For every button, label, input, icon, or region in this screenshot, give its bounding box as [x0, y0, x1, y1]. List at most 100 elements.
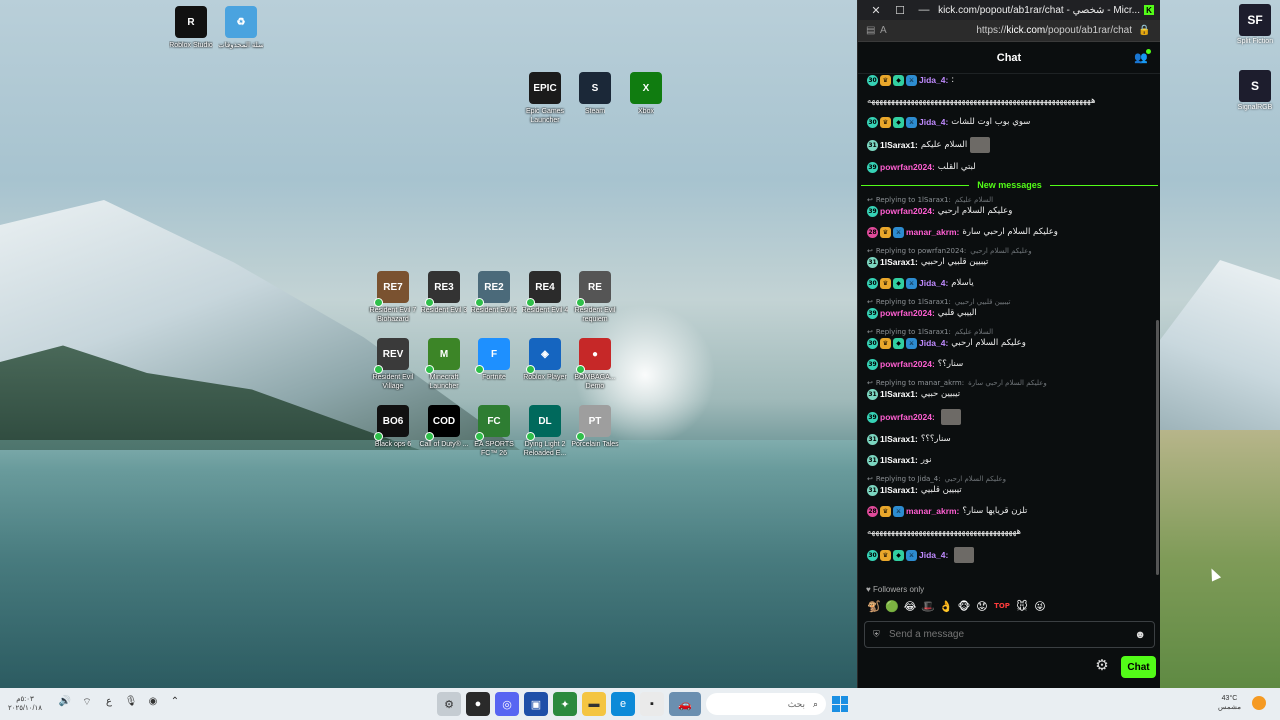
language-icon[interactable]: ع: [98, 696, 120, 709]
desktop-icon[interactable]: EPIC Epic Games Launcher: [519, 72, 571, 125]
chat-username[interactable]: powrfan2024:: [880, 307, 935, 320]
chat-message[interactable]: 31 1lSarax1: نور: [867, 454, 1152, 467]
desktop-icon[interactable]: ◈ Roblox Player: [519, 338, 571, 382]
reply-reference[interactable]: ↩ Replying to powrfan2024: وعليكم السلام ا…: [867, 247, 1152, 255]
vip-badge-icon[interactable]: ◆: [893, 338, 904, 349]
quick-emote[interactable]: 🐭: [1014, 598, 1030, 614]
sub2-badge-icon[interactable]: 31: [867, 455, 878, 466]
chat-message[interactable]: 28 ♛ ⚔ manar_akrm: وعليكم السلام ارحبي سارة: [867, 226, 1152, 239]
sub-badge-icon[interactable]: 30: [867, 549, 878, 561]
og-badge-icon[interactable]: ♛: [880, 506, 891, 517]
desktop-icon[interactable]: PT Porcelain Tales: [569, 405, 621, 449]
chat-username[interactable]: Jida_4:: [919, 549, 948, 562]
car-widget-icon[interactable]: 🚗: [669, 692, 701, 716]
pink-badge-icon[interactable]: 28: [867, 227, 878, 238]
sub2-badge-icon[interactable]: 31: [867, 139, 878, 151]
quick-emote[interactable]: 😜: [1032, 598, 1048, 614]
desktop-icon[interactable]: RE2 Resident Evil 2: [468, 271, 520, 315]
chat-message[interactable]: 31 1lSarax1: السلام عليكم: [867, 137, 1152, 153]
mod-badge-icon[interactable]: ⚔: [906, 75, 917, 86]
mod-badge-icon[interactable]: ⚔: [906, 338, 917, 349]
app-icon[interactable]: ●: [466, 692, 490, 716]
chat-username[interactable]: 1lSarax1:: [880, 484, 918, 497]
desktop-icon[interactable]: REV Resident Evil Village: [367, 338, 419, 391]
chat-username[interactable]: Jida_4:: [919, 277, 948, 290]
chat-username[interactable]: Jida_4:: [919, 74, 948, 87]
chat-username[interactable]: 1lSarax1:: [880, 388, 918, 401]
mod-badge-icon[interactable]: ⚔: [893, 227, 904, 238]
og-badge-icon[interactable]: ♛: [880, 338, 891, 349]
chat-username[interactable]: manar_akrm:: [906, 226, 959, 239]
desktop-icon[interactable]: RE3 Resident Evil 3: [418, 271, 470, 315]
chat-message[interactable]: 39 powrfan2024: سنار؟؟: [867, 358, 1152, 371]
sub2-badge-icon[interactable]: 31: [867, 485, 878, 496]
desktop-icon[interactable]: RE7 Resident Evil 7 Biohazard: [367, 271, 419, 324]
reply-reference[interactable]: ↩ Replying to 1lSarax1: تيبيين قلبيي ارحبي…: [867, 298, 1152, 306]
desktop-icon[interactable]: F Fortnite: [468, 338, 520, 382]
read-aloud-icon[interactable]: A: [880, 25, 894, 36]
store-icon[interactable]: ▣: [524, 692, 548, 716]
sub-badge-icon[interactable]: 30: [867, 117, 878, 128]
desktop-icon[interactable]: S Steam: [569, 72, 621, 116]
emote-image[interactable]: [954, 547, 975, 563]
chat-message[interactable]: 39 powrfan2024: وعليكم السلام ارحبي: [867, 205, 1152, 218]
chat-message[interactable]: 31 1lSarax1: سنار؟؟؟: [867, 433, 1152, 446]
chat-username[interactable]: powrfan2024:: [880, 161, 935, 174]
reply-reference[interactable]: ↩ Replying to 1lSarax1: السلام عليكم: [867, 196, 1152, 204]
chat-username[interactable]: 1lSarax1:: [880, 256, 918, 269]
chat-message[interactable]: 31 1lSarax1: تيبيين قلبيي ارحبيي: [867, 256, 1152, 269]
desktop-icon[interactable]: X Xbox: [620, 72, 672, 116]
reply-reference[interactable]: ↩ Replying to 1lSarax1: السلام عليكم: [867, 328, 1152, 336]
wifi-icon[interactable]: ⌔: [76, 696, 98, 709]
chat-username[interactable]: powrfan2024:: [880, 205, 935, 218]
chat-message[interactable]: 30 ♛ ◆ ⚔ Jida_4: سوي بوب اوت للشات: [867, 116, 1152, 129]
microphone-icon[interactable]: 🎙: [120, 696, 142, 709]
page-icon[interactable]: ▤: [866, 25, 880, 36]
chat-message[interactable]: 31 1lSarax1: تيبيين حبيي: [867, 388, 1152, 401]
mod-badge-icon[interactable]: ⚔: [906, 278, 917, 289]
scrollbar-thumb[interactable]: [1156, 320, 1159, 575]
vip-badge-icon[interactable]: ◆: [893, 549, 904, 561]
og-badge-icon[interactable]: ♛: [880, 278, 891, 289]
chat-username[interactable]: Jida_4:: [919, 337, 948, 350]
chat-message[interactable]: ههههههههههههههههههههههههههههههههههههههه: [867, 526, 1152, 539]
desktop-icon[interactable]: ♻ سلة المحذوفات: [215, 6, 267, 50]
desktop-icon[interactable]: COD Call of Duty® ...: [418, 405, 470, 449]
chat-message[interactable]: 30 ♛ ◆ ⚔ Jida_4:: [867, 547, 1152, 563]
desktop-icon[interactable]: SF Split Fiction: [1231, 4, 1279, 45]
chat-message[interactable]: 30 ♛ ◆ ⚔ Jida_4: وعليكم السلام ارحبي: [867, 337, 1152, 350]
sub-badge-icon[interactable]: 30: [867, 338, 878, 349]
mod-badge-icon[interactable]: ⚔: [906, 117, 917, 128]
sub-badge-icon[interactable]: 39: [867, 162, 878, 173]
chat-username[interactable]: Jida_4:: [919, 116, 948, 129]
chat-message[interactable]: 31 1lSarax1: تيبيين قلبيي: [867, 484, 1152, 497]
start-windows-icon[interactable]: [832, 696, 848, 712]
desktop-icon[interactable]: RE4 Resident Evil 4: [519, 271, 571, 315]
sub-badge-icon[interactable]: 30: [867, 278, 878, 289]
sub2-badge-icon[interactable]: 31: [867, 389, 878, 400]
file-explorer-icon[interactable]: ▬: [582, 692, 606, 716]
volume-icon[interactable]: 🔊: [54, 696, 76, 709]
discord-icon[interactable]: ◎: [495, 692, 519, 716]
og-badge-icon[interactable]: ♛: [880, 75, 891, 86]
mod-badge-icon[interactable]: ⚔: [906, 549, 917, 561]
sub2-badge-icon[interactable]: 31: [867, 434, 878, 445]
reply-reference[interactable]: ↩ Replying to manar_akrm: وعليكم السلام ار…: [867, 379, 1152, 387]
og-badge-icon[interactable]: ♛: [880, 549, 891, 561]
og-badge-icon[interactable]: ♛: [880, 117, 891, 128]
chat-username[interactable]: manar_akrm:: [906, 505, 959, 518]
chat-message[interactable]: 30 ♛ ◆ ⚔ Jida_4: ياسلام: [867, 277, 1152, 290]
sub-badge-icon[interactable]: 39: [867, 206, 878, 217]
clock[interactable]: ٥:٠٣م ٢٠٢٥/١٠/١٨: [8, 695, 42, 713]
quick-emote[interactable]: TOP: [992, 598, 1012, 614]
chat-message[interactable]: 30 ♛ ◆ ⚔ Jida_4::: [867, 74, 1152, 87]
chat-username[interactable]: 1lSarax1:: [880, 139, 918, 152]
desktop-icon[interactable]: M Minecraft Launcher: [418, 338, 470, 391]
desktop-icon[interactable]: S SignalRGB: [1231, 70, 1279, 111]
message-input[interactable]: [889, 629, 1135, 640]
og-badge-icon[interactable]: ♛: [880, 227, 891, 238]
emote-image[interactable]: [940, 409, 961, 425]
chat-username[interactable]: 1lSarax1:: [880, 454, 918, 467]
emoji-picker-icon[interactable]: ☻: [1134, 629, 1146, 641]
pink-badge-icon[interactable]: 28: [867, 506, 878, 517]
